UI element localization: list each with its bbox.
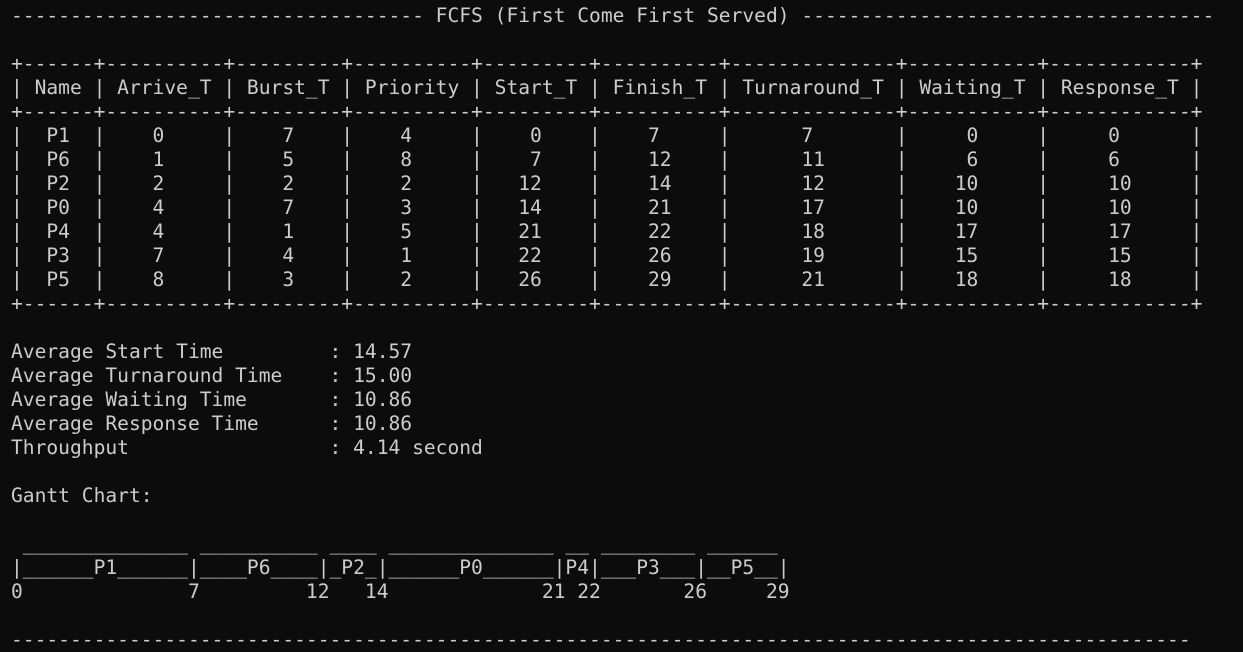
stat-average-waiting-time: Average Waiting Time : 10.86 bbox=[11, 388, 413, 411]
table-row-p4: | P4 | 4 | 1 | 5 | 21 | 22 | 18 | 17 | 1… bbox=[11, 220, 1203, 243]
gantt-chart-title: Gantt Chart: bbox=[11, 484, 153, 507]
stat-average-response-time: Average Response Time : 10.86 bbox=[11, 412, 413, 435]
gantt-chart-bars: |______P1______|____P6____|_P2_|______P0… bbox=[11, 556, 790, 579]
stat-average-start-time: Average Start Time : 14.57 bbox=[11, 340, 413, 363]
gantt-chart-times: 0 7 12 14 21 22 26 29 bbox=[11, 580, 790, 603]
fcfs-title-line: ----------------------------------- FCFS… bbox=[11, 4, 1215, 27]
gantt-chart-top: ______________ __________ ____ _________… bbox=[11, 532, 778, 555]
footer-line: ----------------------------------------… bbox=[11, 628, 1191, 651]
table-row-p3: | P3 | 7 | 4 | 1 | 22 | 26 | 19 | 15 | 1… bbox=[11, 244, 1203, 267]
table-row-p0: | P0 | 4 | 7 | 3 | 14 | 21 | 17 | 10 | 1… bbox=[11, 196, 1203, 219]
table-border-bottom: +------+----------+---------+----------+… bbox=[11, 292, 1203, 315]
table-row-p5: | P5 | 8 | 3 | 2 | 26 | 29 | 21 | 18 | 1… bbox=[11, 268, 1203, 291]
table-row-p6: | P6 | 1 | 5 | 8 | 7 | 12 | 11 | 6 | 6 | bbox=[11, 148, 1203, 171]
terminal-output: ----------------------------------- FCFS… bbox=[11, 4, 1214, 652]
table-border-header: +------+----------+---------+----------+… bbox=[11, 100, 1203, 123]
stat-throughput: Throughput : 4.14 second bbox=[11, 436, 483, 459]
table-header-row: | Name | Arrive_T | Burst_T | Priority |… bbox=[11, 76, 1203, 99]
stat-average-turnaround-time: Average Turnaround Time : 15.00 bbox=[11, 364, 413, 387]
table-row-p1: | P1 | 0 | 7 | 4 | 0 | 7 | 7 | 0 | 0 | bbox=[11, 124, 1203, 147]
table-border-top: +------+----------+---------+----------+… bbox=[11, 52, 1203, 75]
table-row-p2: | P2 | 2 | 2 | 2 | 12 | 14 | 12 | 10 | 1… bbox=[11, 172, 1203, 195]
